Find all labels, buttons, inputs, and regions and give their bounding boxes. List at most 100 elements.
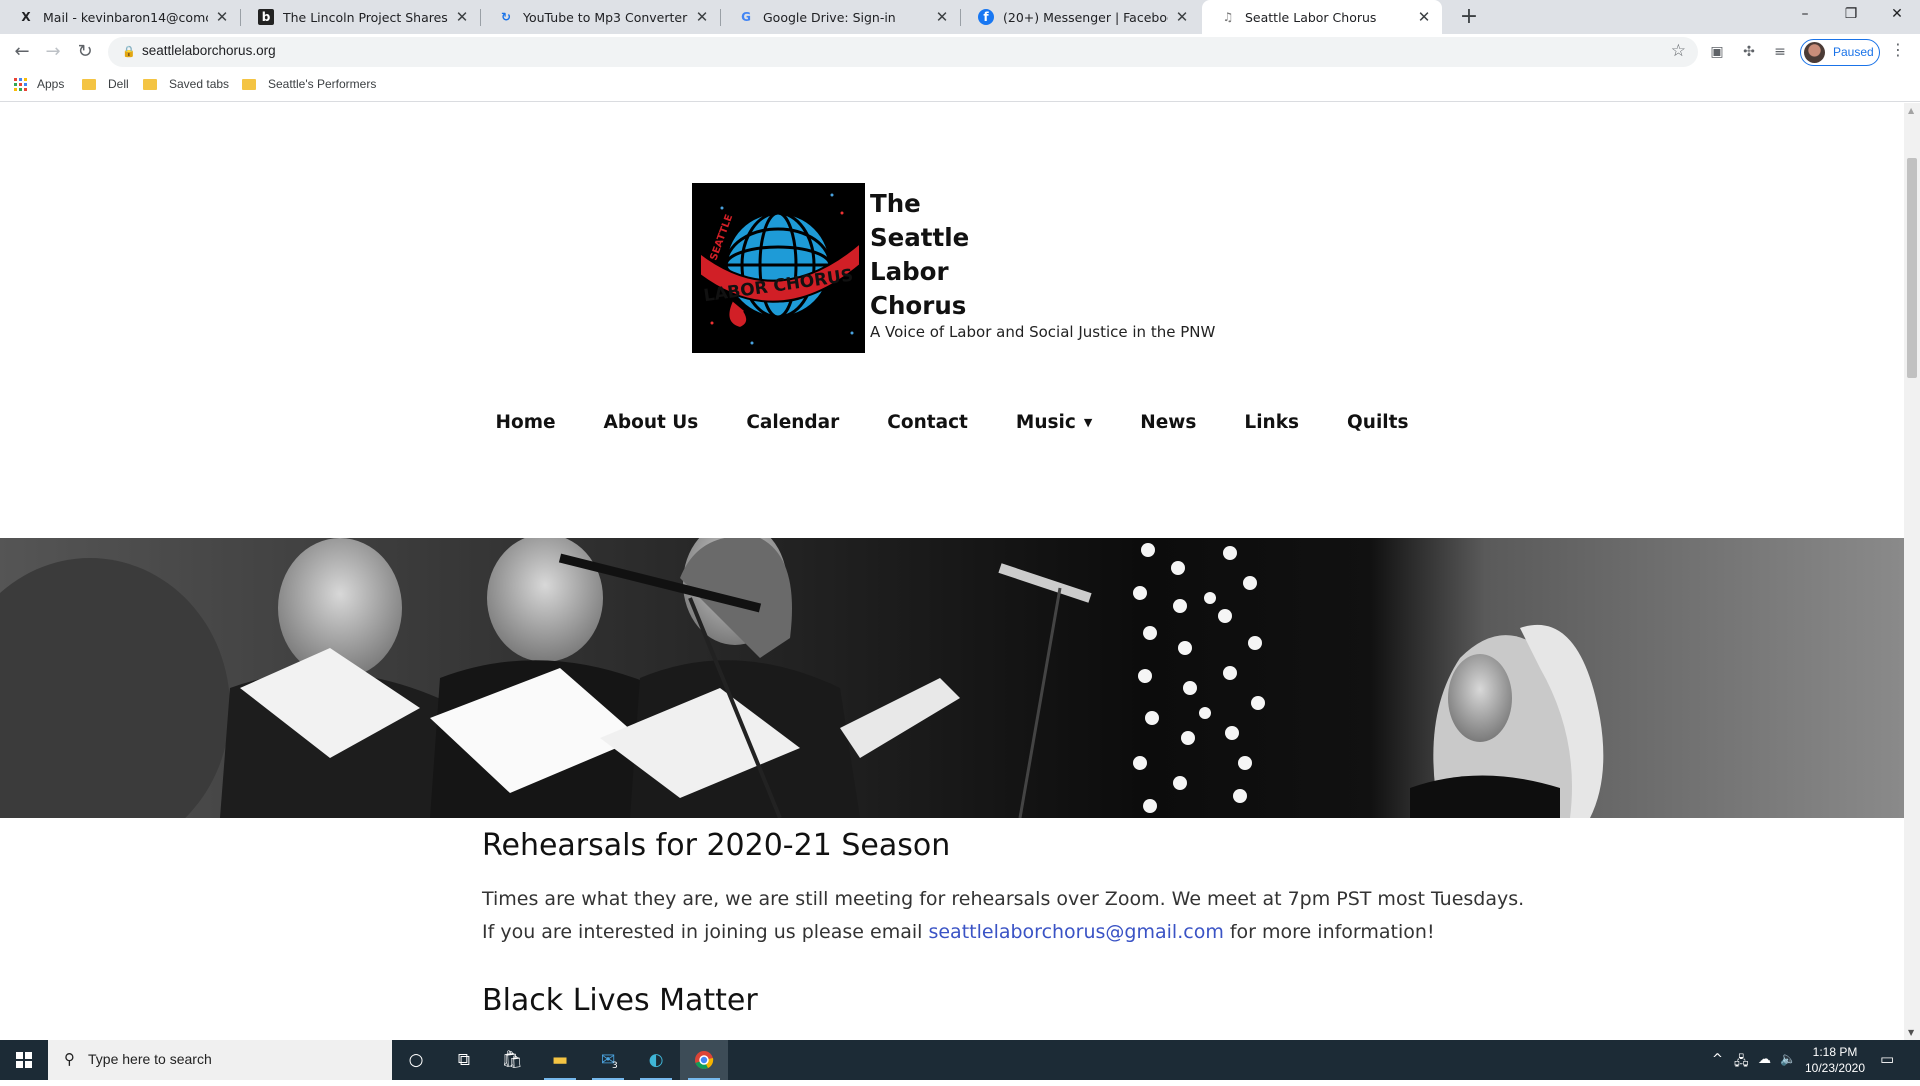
scrollbar-thumb[interactable] xyxy=(1907,158,1917,378)
bookmark-label: Saved tabs xyxy=(169,77,230,91)
main-nav: Home About Us Calendar Contact Music ▼ Ne… xyxy=(0,412,1904,433)
tab-title: YouTube to Mp3 Converter xyxy=(523,9,688,25)
rehearsal-paragraph-line2: If you are interested in joining us plea… xyxy=(482,921,1435,943)
cortana-icon[interactable]: ○ xyxy=(392,1040,440,1080)
bookmark-apps[interactable]: Apps xyxy=(14,77,64,91)
nav-home[interactable]: Home xyxy=(472,412,580,433)
dropdown-caret-icon: ▼ xyxy=(1083,416,1093,429)
clock-time: 1:18 PM xyxy=(1812,1045,1858,1059)
google-icon: G xyxy=(741,10,751,24)
xfinity-icon: X xyxy=(21,10,31,24)
tab-title: Google Drive: Sign-in xyxy=(763,9,896,25)
forward-button[interactable]: → xyxy=(38,37,68,67)
windows-start-icon[interactable] xyxy=(0,1040,48,1080)
windows-taskbar: ⚲ Type here to search ○ ⧉ 🛍 ▬ ✉ 3 ◐ ^ 🖧 ☁… xyxy=(0,1040,1920,1080)
close-tab-icon[interactable]: ✕ xyxy=(694,8,710,26)
restore-button[interactable]: ❐ xyxy=(1828,0,1874,30)
search-placeholder: Type here to search xyxy=(88,1051,212,1067)
url-text[interactable]: seattlelaborchorus.org xyxy=(142,43,276,58)
site-logo[interactable]: LABOR CHORUS SEATTLE xyxy=(692,183,865,353)
hero-photo xyxy=(0,538,1904,818)
nav-links[interactable]: Links xyxy=(1220,412,1323,433)
globe-logo-icon: LABOR CHORUS SEATTLE xyxy=(692,183,865,353)
bookmark-star-icon[interactable]: ☆ xyxy=(1671,41,1686,61)
notifications-icon[interactable]: ▭ xyxy=(1880,1050,1894,1068)
onedrive-icon[interactable]: ☁ xyxy=(1758,1052,1771,1067)
tab-google-drive[interactable]: G Google Drive: Sign-in ✕ xyxy=(720,0,960,34)
edge-browser-icon[interactable]: ◐ xyxy=(632,1040,680,1080)
tab-messenger[interactable]: f (20+) Messenger | Facebook ✕ xyxy=(960,0,1200,34)
profile-status: Paused xyxy=(1833,45,1874,59)
nav-about-us[interactable]: About Us xyxy=(580,412,723,433)
extension-icon[interactable]: ▣ xyxy=(1706,41,1728,63)
lock-icon[interactable]: 🔒 xyxy=(122,45,136,58)
store-icon[interactable]: 🛍 xyxy=(488,1040,536,1080)
nav-music[interactable]: Music ▼ xyxy=(992,412,1116,433)
task-view-icon[interactable]: ⧉ xyxy=(440,1040,488,1080)
minimize-button[interactable]: – xyxy=(1782,0,1828,30)
chrome-browser-icon[interactable] xyxy=(680,1040,728,1080)
site-title[interactable]: The Seattle Labor Chorus xyxy=(870,187,969,323)
nav-quilts[interactable]: Quilts xyxy=(1323,412,1432,433)
more-menu-icon[interactable]: ⋮ xyxy=(1888,40,1908,59)
nav-contact[interactable]: Contact xyxy=(863,412,992,433)
folder-icon xyxy=(82,78,96,90)
system-clock[interactable]: 1:18 PM 10/23/2020 xyxy=(1790,1044,1880,1076)
close-tab-icon[interactable]: ✕ xyxy=(934,8,950,26)
media-control-icon[interactable]: ≡ xyxy=(1769,41,1791,63)
close-tab-icon[interactable]: ✕ xyxy=(454,8,470,26)
tab-strip: X Mail - kevinbaron14@comcast.net ✕ b Th… xyxy=(0,0,1920,34)
nav-music-label: Music xyxy=(1015,412,1076,433)
bookmark-folder-saved-tabs[interactable]: Saved tabs xyxy=(143,77,229,91)
address-bar[interactable]: 🔒 seattlelaborchorus.org ☆ xyxy=(108,37,1698,67)
close-tab-icon[interactable]: ✕ xyxy=(1416,8,1432,26)
rehearsal-paragraph-line1: Times are what they are, we are still me… xyxy=(482,888,1525,910)
close-tab-icon[interactable]: ✕ xyxy=(1174,8,1190,26)
network-icon[interactable]: 🖧 xyxy=(1734,1052,1749,1074)
new-tab-button[interactable]: + xyxy=(1456,5,1482,31)
show-hidden-icons-icon[interactable]: ^ xyxy=(1712,1052,1723,1067)
clock-date: 10/23/2020 xyxy=(1804,1061,1866,1075)
nav-calendar[interactable]: Calendar xyxy=(722,412,863,433)
bookmark-label: Seattle's Performers xyxy=(268,77,377,91)
back-button[interactable]: ← xyxy=(7,37,37,67)
mail-app-icon[interactable]: ✉ 3 xyxy=(584,1040,632,1080)
tab-title: Seattle Labor Chorus xyxy=(1245,9,1377,25)
bookmarks-bar: Apps Dell Saved tabs Seattle's Performer… xyxy=(0,70,1920,102)
site-tagline: A Voice of Labor and Social Justice in t… xyxy=(870,323,1216,341)
extensions-puzzle-icon[interactable]: ✣ xyxy=(1738,41,1760,63)
scroll-down-arrow-icon[interactable]: ▼ xyxy=(1908,1028,1914,1037)
email-link[interactable]: seattlelaborchorus@gmail.com xyxy=(928,921,1223,943)
converter-icon: ↻ xyxy=(500,10,512,24)
bookmark-folder-seattle-performers[interactable]: Seattle's Performers xyxy=(242,77,376,91)
nav-news[interactable]: News xyxy=(1116,412,1220,433)
avatar xyxy=(1804,42,1825,63)
bookmark-label: Dell xyxy=(108,77,129,91)
taskbar-search-box[interactable]: ⚲ Type here to search xyxy=(48,1040,392,1080)
close-window-button[interactable]: ✕ xyxy=(1874,0,1920,30)
tab-youtube-mp3[interactable]: ↻ YouTube to Mp3 Converter ✕ xyxy=(480,0,720,34)
page-scrollbar[interactable]: ▲ ▼ xyxy=(1904,103,1920,1040)
web-page: LABOR CHORUS SEATTLE The Seattle Labor C… xyxy=(0,103,1904,1040)
scroll-up-arrow-icon[interactable]: ▲ xyxy=(1908,106,1914,115)
folder-icon xyxy=(242,78,256,90)
bookmark-folder-dell[interactable]: Dell xyxy=(82,77,129,91)
tab-seattle-labor-chorus[interactable]: ♫ Seattle Labor Chorus ✕ xyxy=(1202,0,1442,34)
folder-icon xyxy=(143,78,157,90)
tab-lincoln-project[interactable]: b The Lincoln Project Shares Power ✕ xyxy=(240,0,480,34)
file-explorer-icon[interactable]: ▬ xyxy=(536,1040,584,1080)
close-tab-icon[interactable]: ✕ xyxy=(214,8,230,26)
tab-mail[interactable]: X Mail - kevinbaron14@comcast.net ✕ xyxy=(0,0,240,34)
blog-icon: b xyxy=(258,9,274,25)
tab-title: Mail - kevinbaron14@comcast.net xyxy=(43,9,208,25)
choir-photo-image xyxy=(0,538,1904,818)
mail-badge: 3 xyxy=(612,1061,618,1071)
browser-toolbar: ← → ↻ 🔒 seattlelaborchorus.org ☆ xyxy=(0,34,1920,70)
bookmark-label: Apps xyxy=(37,77,65,91)
tab-title: The Lincoln Project Shares Power xyxy=(283,9,448,25)
facebook-icon: f xyxy=(978,9,994,25)
reload-button[interactable]: ↻ xyxy=(70,37,100,67)
chorus-icon: ♫ xyxy=(1222,10,1234,24)
profile-button[interactable]: Paused xyxy=(1800,39,1880,66)
section-heading-black-lives-matter: Black Lives Matter xyxy=(482,983,758,1018)
